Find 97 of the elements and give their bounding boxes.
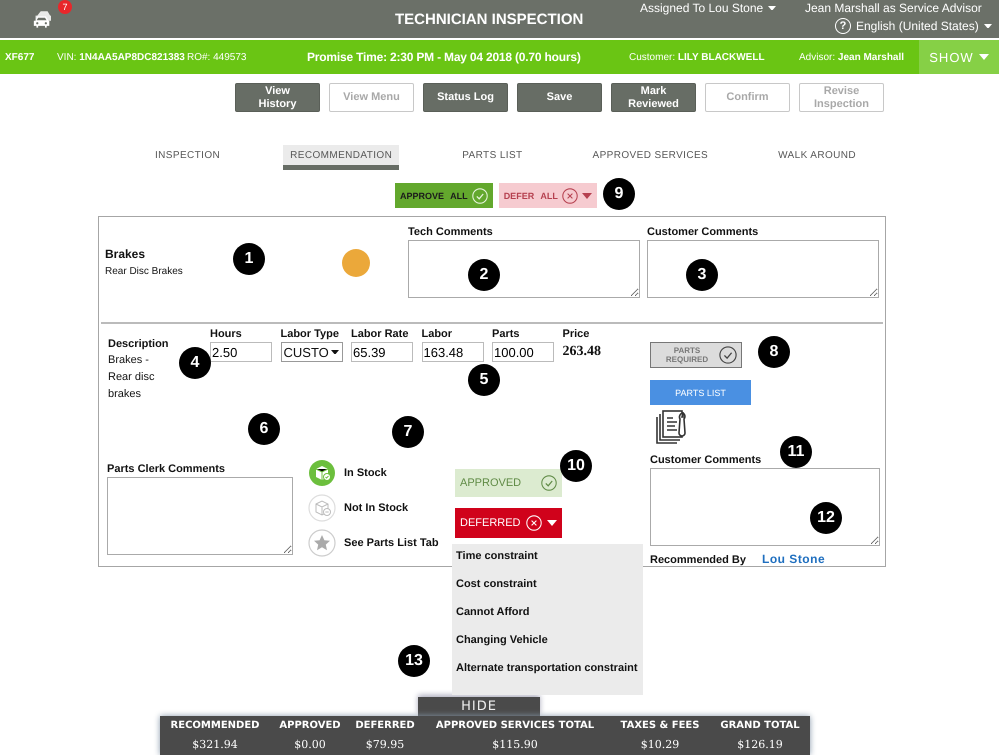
field-label: Labor (422, 328, 454, 340)
approved-button[interactable]: APPROVED (455, 469, 562, 497)
user-role: Jean Marshall as Service Advisor (805, 1, 983, 15)
total-value: $126.19 (737, 738, 783, 751)
legend-label: Not In Stock (344, 502, 408, 514)
advisor-name: Advisor: Jean Marshall (799, 52, 904, 62)
field-label: Price (562, 328, 590, 340)
callout-marker: 1 (233, 243, 265, 275)
approve-all-button[interactable]: APPROVE ALL (395, 183, 493, 208)
input-field[interactable]: 65.39 (351, 342, 413, 362)
callout-marker: 13 (398, 645, 430, 677)
total-value: $115.90 (492, 738, 538, 751)
callout-marker: 6 (248, 413, 280, 445)
assigned-to-menu[interactable]: Assigned To Lou Stone (640, 1, 764, 15)
parts-required-button[interactable]: PARTS REQUIRED (650, 342, 742, 368)
action-button[interactable]: Mark Reviewed (611, 83, 696, 112)
field-label: Recommended By (650, 554, 746, 566)
total-value: $321.94 (192, 738, 238, 751)
field-label: Customer Comments (650, 454, 762, 466)
recommender-link[interactable]: Lou Stone (762, 552, 826, 566)
total-label: RECOMMENDED (170, 720, 260, 731)
callout-marker: 7 (392, 416, 424, 448)
deferred-button[interactable]: DEFERRED (455, 508, 562, 538)
comment-field[interactable] (408, 240, 640, 298)
menu-item[interactable]: Time constraint (452, 546, 643, 574)
page-title: TECHNICIAN INSPECTION (395, 10, 584, 28)
total-label: DEFERRED (355, 720, 415, 731)
package-check-icon (308, 459, 336, 487)
callout-marker: 4 (179, 347, 211, 379)
parts-list-button[interactable]: PARTS LIST (650, 380, 751, 405)
total-label: TAXES & FEES (620, 720, 700, 731)
total-label: APPROVED (279, 720, 341, 731)
callout-marker: 8 (758, 336, 790, 368)
check-circle-icon (541, 475, 557, 491)
callout-marker: 5 (468, 364, 500, 396)
customer-name: Customer: LILY BLACKWELL (629, 52, 765, 62)
total-value: $10.29 (640, 738, 680, 751)
field-label: Description (108, 338, 169, 350)
callout-marker: 9 (603, 178, 635, 210)
comment-field[interactable] (650, 468, 880, 546)
field-label: Tech Comments (408, 226, 494, 238)
tab[interactable]: WALK AROUND (771, 145, 864, 170)
comment-field[interactable] (107, 477, 293, 555)
promise-time: Promise Time: 2:30 PM - May 04 2018 (0.70 hours) (307, 50, 581, 64)
caret-icon (546, 520, 557, 526)
caret-icon (984, 24, 992, 28)
field-label: Parts Clerk Comments (107, 463, 226, 475)
menu-item[interactable]: Cannot Afford (452, 602, 643, 630)
package-minus-icon (308, 494, 336, 522)
menu-item[interactable]: Cost constraint (452, 574, 643, 602)
tab[interactable]: RECOMMENDATION (283, 145, 400, 170)
close-circle-icon (562, 188, 578, 204)
check-circle-icon (472, 188, 488, 204)
comment-field[interactable] (647, 240, 879, 298)
vehicle-tag: XF677 (5, 52, 34, 62)
labor-type-select[interactable]: CUSTO (280, 342, 342, 362)
close-circle-icon (526, 515, 542, 531)
ro-number: RO#: 449573 (187, 52, 246, 62)
caret-icon (978, 54, 989, 60)
field-label: Hours (210, 328, 243, 340)
callout-marker: 10 (560, 450, 592, 482)
legend-label: In Stock (344, 467, 387, 479)
total-value: $0.00 (294, 738, 326, 751)
total-value: $79.95 (366, 738, 404, 751)
total-label: APPROVED SERVICES TOTAL (436, 720, 594, 731)
check-circle-icon (719, 346, 737, 364)
price-value: 263.48 (562, 344, 602, 360)
input-field[interactable]: 163.48 (422, 342, 484, 362)
tab[interactable]: PARTS LIST (455, 145, 530, 170)
total-label: GRAND TOTAL (720, 720, 800, 731)
tab[interactable]: APPROVED SERVICES (586, 145, 716, 170)
service-subtitle: Rear Disc Brakes (105, 266, 183, 277)
caret-icon (330, 350, 338, 354)
service-title: Brakes (105, 247, 146, 261)
vin-text: VIN: 1N4AA5AP8DC821383 (57, 52, 185, 62)
description-text: Brakes - Rear disc brakes (108, 353, 156, 402)
field-label: Labor Type (280, 328, 340, 340)
field-label: Labor Rate (351, 328, 410, 340)
action-button[interactable]: Status Log (423, 83, 508, 112)
document-wrench-icon (655, 409, 689, 445)
help-icon[interactable]: ? (835, 18, 851, 34)
menu-item[interactable]: Changing Vehicle (452, 630, 643, 658)
notification-badge: 7 (58, 0, 72, 14)
tab[interactable]: INSPECTION (148, 145, 228, 170)
language-menu[interactable]: English (United States) (856, 19, 979, 33)
action-button[interactable]: Save (517, 83, 602, 112)
field-label: Parts (492, 328, 521, 340)
menu-item[interactable]: Alternate transportation constraint (452, 658, 643, 686)
action-button[interactable]: View History (235, 83, 320, 112)
hide-button[interactable]: HIDE (418, 697, 540, 716)
input-field[interactable]: 100.00 (492, 342, 554, 362)
legend-label: See Parts List Tab (344, 537, 439, 549)
caret-icon (768, 6, 776, 10)
field-label: Customer Comments (647, 226, 760, 238)
input-field[interactable]: 2.50 (210, 342, 272, 362)
callout-marker: 11 (780, 436, 812, 468)
caret-icon (582, 192, 592, 198)
